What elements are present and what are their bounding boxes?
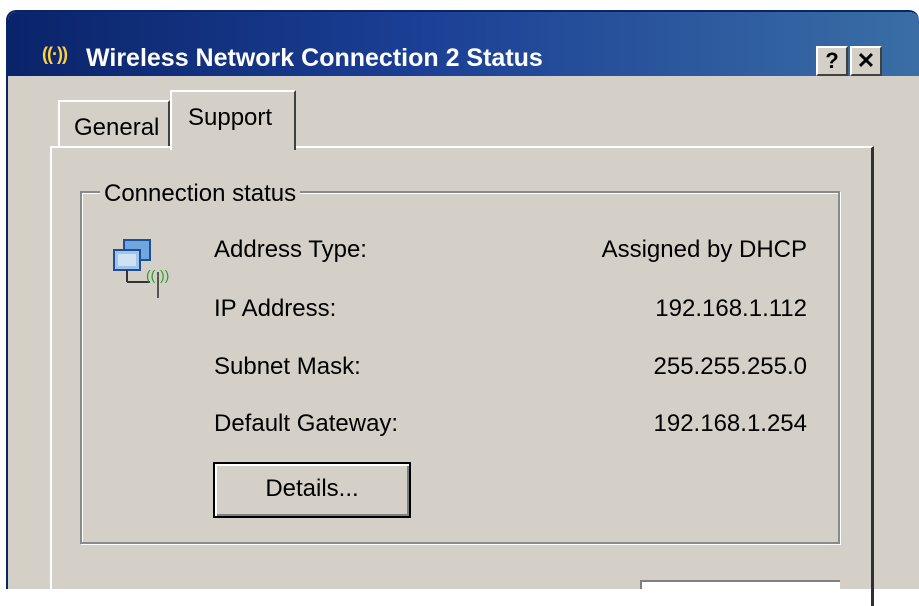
help-button[interactable]: ? [816, 46, 848, 76]
subnet-mask-label: Subnet Mask: [214, 353, 361, 380]
ip-address-label: IP Address: [214, 295, 337, 322]
svg-text:((·)): ((·)) [146, 267, 169, 283]
default-gateway-value: 192.168.1.254 [653, 410, 807, 437]
title-bar[interactable]: ((·)) Wireless Network Connection 2 Stat… [8, 12, 919, 76]
details-button[interactable]: Details... [213, 462, 411, 518]
partial-field [640, 580, 840, 589]
group-legend: Connection status [100, 180, 301, 208]
subnet-mask-value: 255.255.255.0 [653, 353, 807, 380]
wireless-signal-icon: ((·)) [42, 44, 68, 64]
close-button[interactable]: ✕ [850, 46, 882, 76]
tab-strip: General Support [6, 88, 919, 150]
address-type-label: Address Type: [214, 236, 367, 263]
address-type-value: Assigned by DHCP [601, 236, 807, 263]
tab-general[interactable]: General [58, 100, 170, 148]
window-title: Wireless Network Connection 2 Status [86, 44, 543, 72]
tab-support[interactable]: Support [170, 90, 296, 150]
default-gateway-label: Default Gateway: [214, 410, 399, 437]
network-connection-icon: ((·)) [113, 239, 169, 298]
ip-address-value: 192.168.1.112 [655, 295, 807, 322]
